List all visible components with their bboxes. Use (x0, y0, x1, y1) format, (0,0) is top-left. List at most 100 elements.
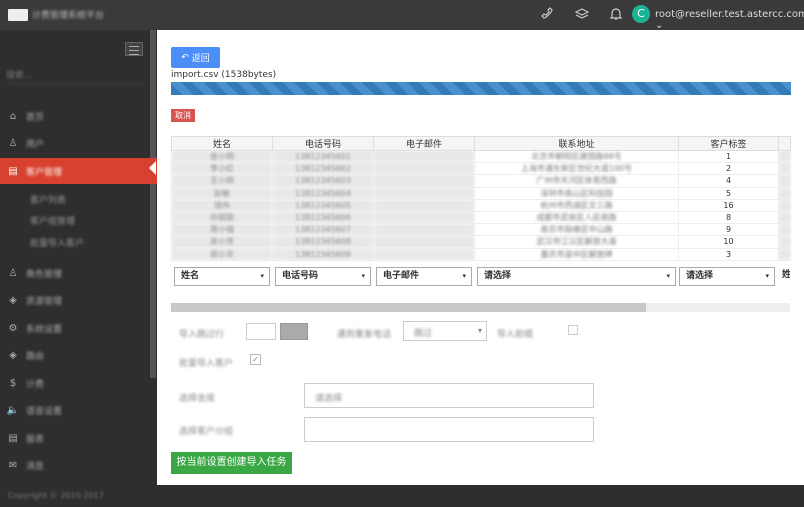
table-header-row: 姓名 电话号码 电子邮件 联系地址 客户标签 (171, 136, 791, 151)
sidebar-item-settings[interactable]: ⚙ 系统设置 (0, 316, 157, 340)
sidebar-item-messages[interactable]: ✉ 消息 (0, 453, 157, 477)
sidebar-subitem-customer-list[interactable]: 客户列表 (30, 193, 150, 209)
layers-icon: ◈ (9, 294, 17, 306)
back-label: 返回 (191, 54, 210, 64)
sidebar-item-label: 消息 (26, 461, 45, 472)
sidebar-item-reports[interactable]: ▤ 报表 (0, 426, 157, 450)
sidebar-item-label: 计费 (26, 379, 45, 390)
table-row: 赵敏 13812345604 深圳市南山区科技园 5 (171, 186, 791, 200)
sidebar-item-label: 报表 (26, 434, 45, 445)
table-cell (373, 223, 475, 237)
sidebar-item-roles[interactable]: ♙ 角色管理 (0, 261, 157, 285)
user-icon: ♙ (8, 267, 18, 279)
file-info: import.csv (1538bytes) (171, 70, 277, 80)
mapping-select-overflow[interactable]: 姓 (780, 267, 790, 286)
column-header: 联系地址 (474, 136, 679, 151)
create-import-task-button[interactable]: 按当前设置创建导入任务 (171, 452, 292, 474)
sidebar-item-label: 角色管理 (26, 269, 63, 280)
table-cell: 周小强 (171, 223, 273, 237)
sidebar-search-input[interactable]: 搜索... (6, 68, 146, 84)
table-cell: 13812345607 (272, 223, 374, 237)
menu-toggle-icon[interactable] (125, 42, 143, 56)
table-cell: 13812345609 (272, 247, 374, 261)
table-cell: 王小刚 (171, 174, 273, 188)
back-button[interactable]: ↶ 返回 (171, 47, 220, 68)
table-row: 王小刚 13812345603 广州市天河区体育西路 4 (171, 174, 791, 188)
sidebar-subitem-batch-import[interactable]: 批量导入客户 (30, 236, 150, 252)
group-select[interactable] (304, 417, 594, 442)
user-menu[interactable]: root@reseller.test.astercc.com ⌄ (655, 9, 804, 31)
table-cell: 9 (678, 223, 779, 237)
caret-down-icon: ▾ (260, 272, 264, 280)
app-logo[interactable]: 计费管理系统平台 (8, 8, 104, 21)
app-title: 计费管理系统平台 (32, 11, 105, 21)
table-cell: 张小明 (171, 149, 273, 164)
speaker-icon: 🔈 (6, 404, 20, 416)
sidebar-item-users[interactable]: ♙ 用户 (0, 131, 157, 155)
user-avatar[interactable]: C (632, 5, 650, 23)
skip-rows-input[interactable] (246, 323, 276, 340)
sidebar-item-label: 资源管理 (26, 296, 63, 307)
mapping-select-tag[interactable]: 请选择 ▾ (679, 267, 775, 286)
dup-strategy-select[interactable]: 跳过 ▾ (403, 321, 487, 341)
column-header: 客户标签 (678, 136, 779, 151)
caret-down-icon: ▾ (666, 272, 670, 280)
sidebar-item-label: 路由 (26, 351, 45, 362)
skip-rows-label: 导入跳过行 (179, 330, 225, 340)
table-cell: 钱伟 (171, 198, 273, 212)
table-cell: 13812345602 (272, 162, 374, 176)
mapping-select-name[interactable]: 姓名 ▾ (174, 267, 270, 286)
home-icon: ⌂ (9, 110, 17, 122)
table-cell: 赵敏 (171, 186, 273, 200)
dup-strategy-label: 遇到重复电话 (337, 330, 392, 340)
table-cell: 重庆市渝中区解放碑 (474, 247, 679, 261)
chevron-down-icon: ⌄ (655, 20, 664, 31)
user-icon: ♙ (8, 137, 18, 149)
sidebar-item-routes[interactable]: ◈ 路由 (0, 343, 157, 367)
sidebar-item-home[interactable]: ⌂ 首页 (0, 104, 157, 128)
table-cell: 10 (678, 235, 779, 249)
table-cell: 13812345605 (272, 198, 374, 212)
caret-down-icon: ▾ (477, 326, 482, 335)
sidebar-item-resources[interactable]: ◈ 资源管理 (0, 288, 157, 312)
table-cell (373, 174, 475, 188)
logo-icon (8, 8, 28, 21)
back-arrow-icon: ↶ (181, 52, 189, 63)
skip-rows-stepper[interactable] (280, 323, 308, 340)
mapping-select-address[interactable]: 请选择 ▾ (477, 267, 676, 286)
table-cell: 3 (678, 247, 779, 261)
import-prefix-checkbox[interactable] (568, 325, 578, 335)
sidebar-item-customers[interactable]: ▤ 客户管理 (0, 158, 157, 184)
table-cell: 16 (678, 198, 779, 212)
scrollbar-thumb[interactable] (171, 303, 646, 312)
database-icon: ▤ (8, 165, 18, 177)
table-cell: 孙丽丽 (171, 210, 273, 225)
table-cell (373, 210, 475, 225)
overwrite-checkbox-checked-icon[interactable]: ✓ (250, 354, 261, 365)
layers-icon[interactable] (574, 6, 590, 22)
table-cell (373, 186, 475, 200)
table-horizontal-scrollbar[interactable] (171, 303, 790, 312)
cancel-button[interactable]: 取消 (171, 109, 195, 122)
agent-select[interactable]: 请选择 (304, 383, 594, 408)
table-row: 张小明 13812345601 北京市朝阳区建国路88号 1 (171, 149, 791, 164)
mapping-select-email[interactable]: 电子邮件 ▾ (376, 267, 472, 286)
table-cell: 2 (678, 162, 779, 176)
sidebar-item-voice[interactable]: 🔈 语音设置 (0, 398, 157, 422)
user-email: root@reseller.test.astercc.com (655, 9, 804, 20)
sidebar-item-billing[interactable]: $ 计费 (0, 371, 157, 395)
document-icon: ▤ (8, 432, 18, 444)
table-cell: 北京市朝阳区建国路88号 (474, 149, 679, 164)
preview-table: 姓名 电话号码 电子邮件 联系地址 客户标签 张小明 13812345601 北京市… (171, 136, 791, 261)
table-cell (373, 198, 475, 212)
bell-icon[interactable] (608, 6, 624, 22)
sidebar-subitem-customer-group[interactable]: 客户组管理 (30, 214, 150, 230)
mapping-select-phone[interactable]: 电话号码 ▾ (275, 267, 371, 286)
active-indicator (149, 161, 156, 175)
table-cell: 武汉市江汉区解放大道 (474, 235, 679, 249)
phone-icon[interactable] (540, 6, 556, 22)
caret-down-icon: ▾ (462, 272, 466, 280)
table-row: 孙丽丽 13812345606 成都市武侯区人民南路 8 (171, 210, 791, 225)
copyright-text: Copyright © 2010-2017 (8, 491, 104, 500)
layers-icon: ◈ (9, 349, 17, 361)
